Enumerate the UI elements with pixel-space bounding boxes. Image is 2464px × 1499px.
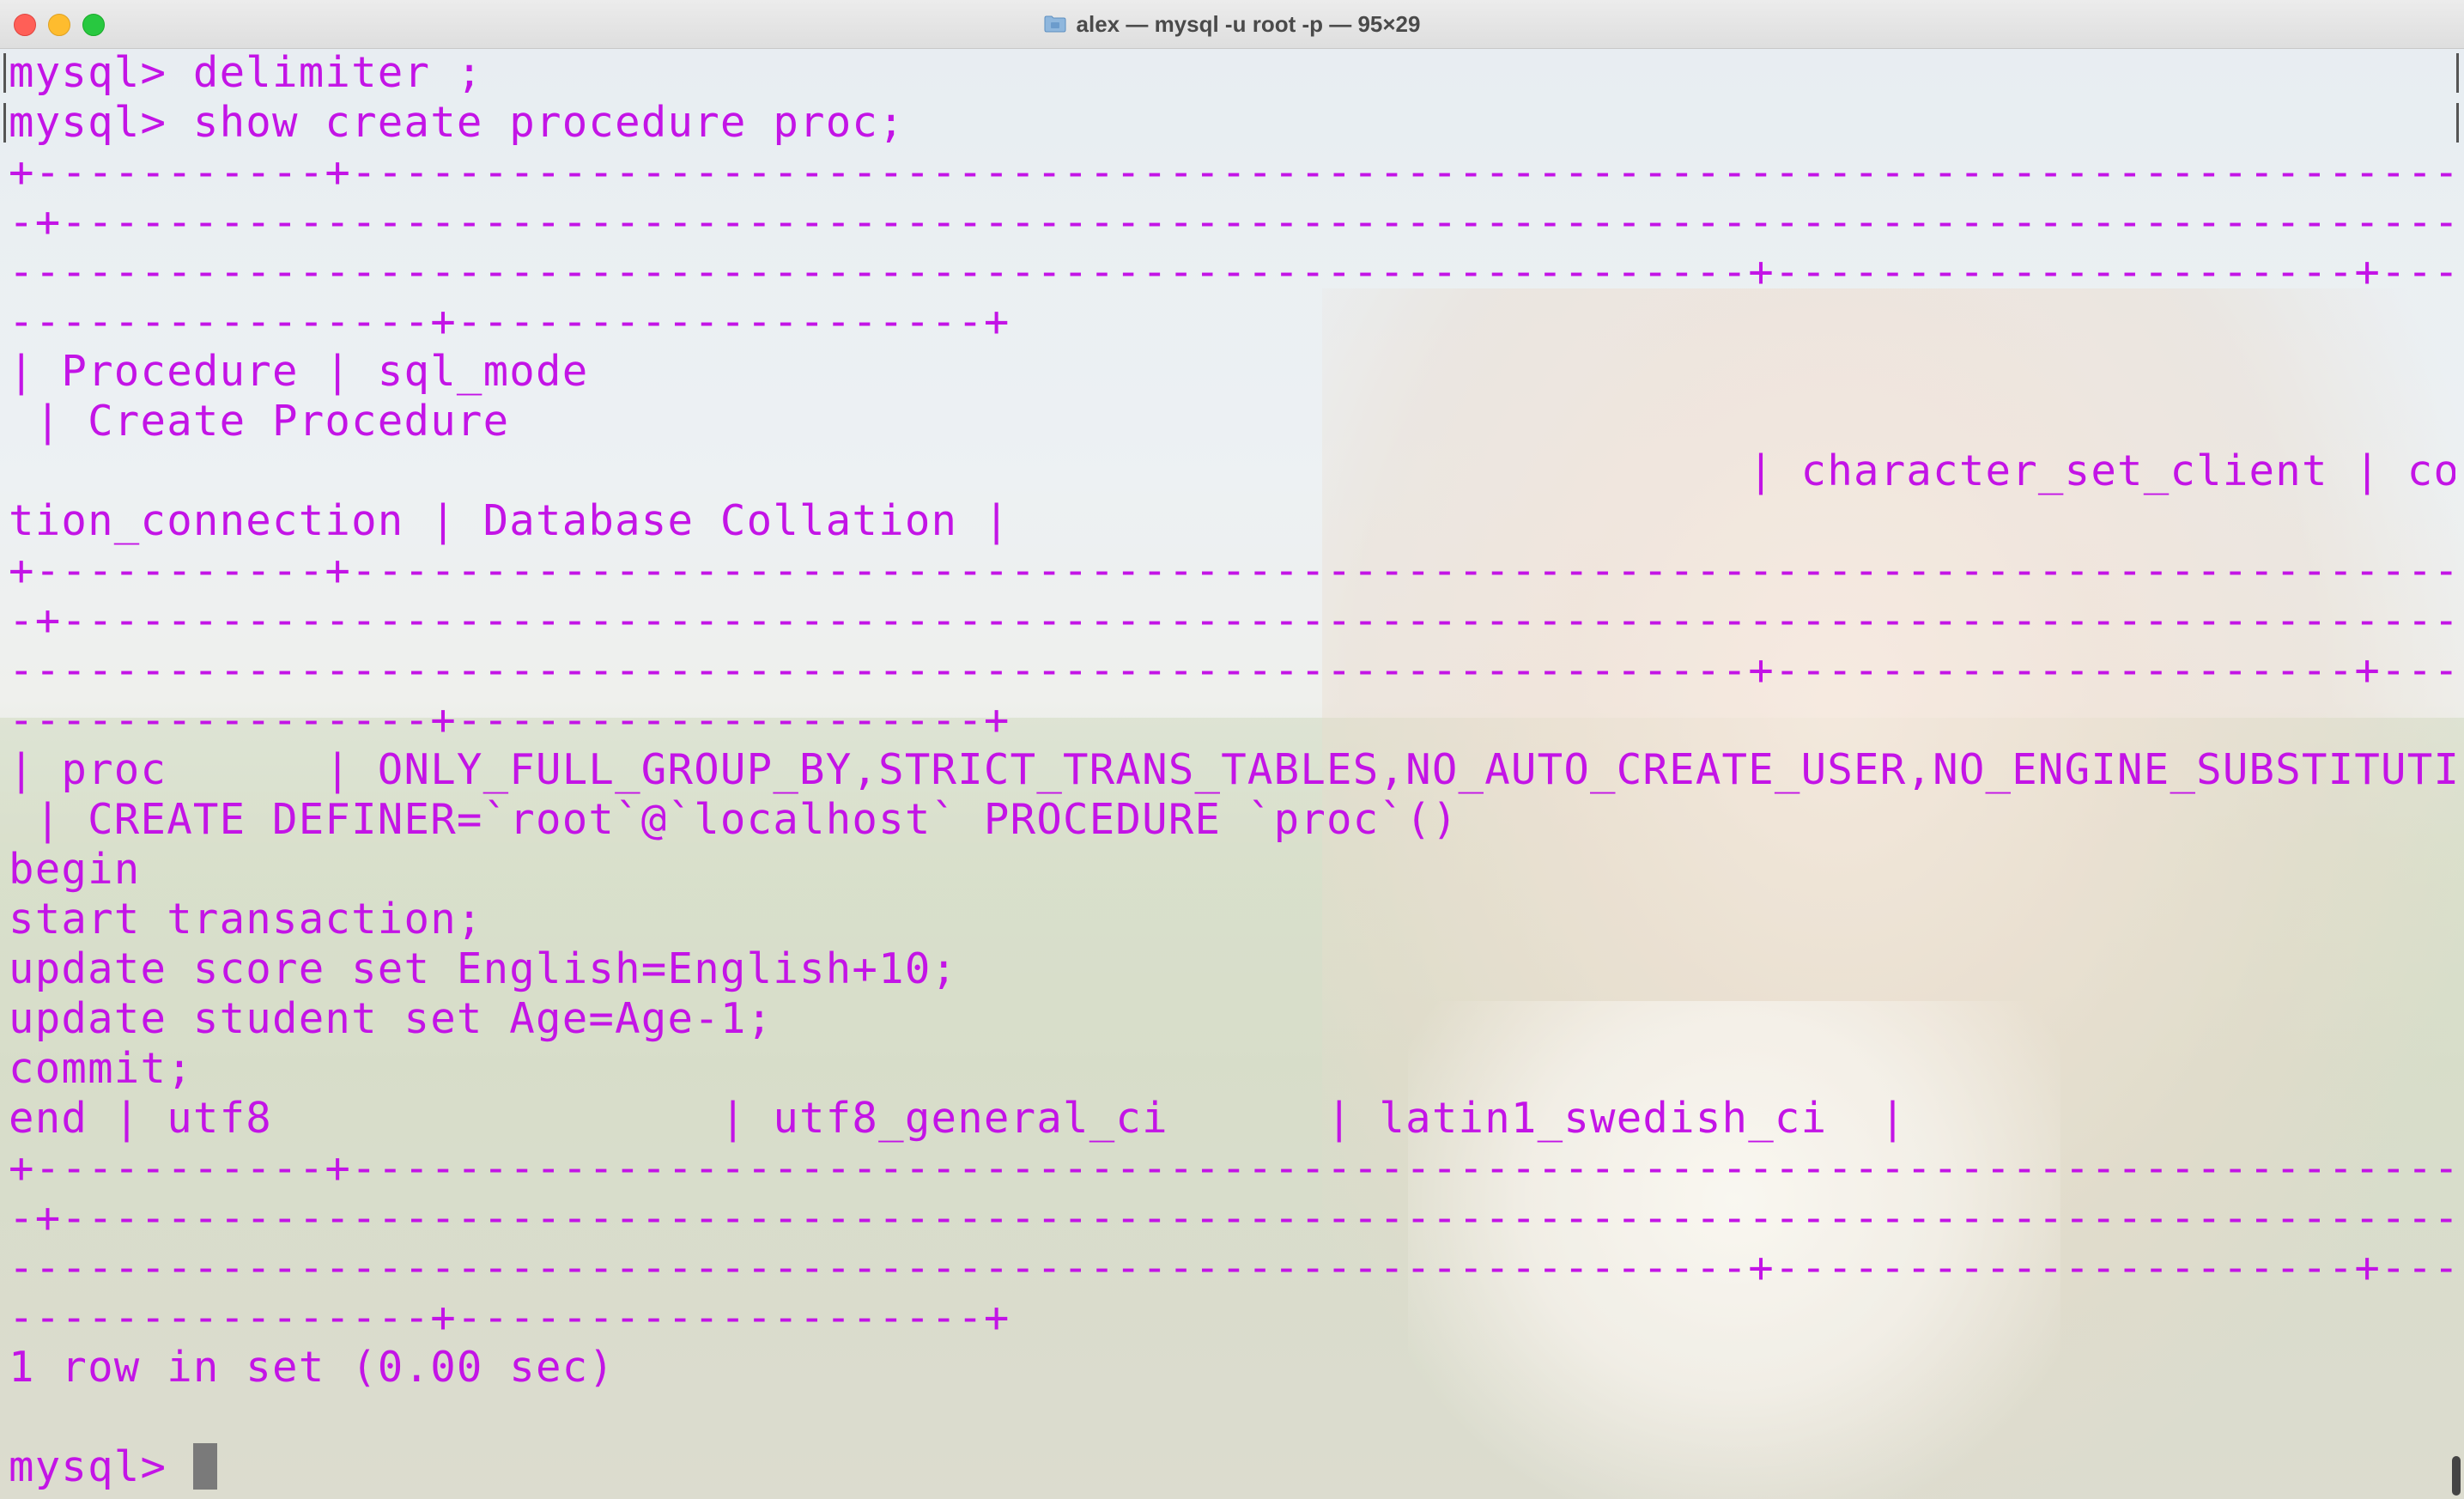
mark-bracket [3,103,6,143]
table-header-line: | Create Procedure [9,397,510,446]
scrollbar-thumb[interactable] [2452,1456,2461,1496]
table-row-line: end | utf8 | utf8_general_ci | latin1_sw… [9,1094,1907,1143]
table-row-line: update score set English=English+10; [9,944,958,993]
table-header-line: tion_connection | Database Collation | [9,496,1010,545]
table-row-line: start transaction; [9,895,483,944]
terminal-window: alex — mysql -u root -p — 95×29 mysql> d… [0,0,2464,1499]
result-summary: 1 row in set (0.00 sec) [9,1343,616,1392]
table-row-line: | CREATE DEFINER=`root`@`localhost` PROC… [9,795,1459,844]
table-header-line: | character_set_client | colla [9,446,2455,495]
table-row-line: begin [9,845,141,894]
table-border-line: ----------------+--------------------+ [9,1293,1010,1342]
window-title: alex — mysql -u root -p — 95×29 [1076,10,1421,37]
mark-bracket [2456,103,2459,143]
mysql-prompt: mysql> [9,1442,193,1491]
table-header-line: | Procedure | sql_mode [9,347,589,396]
table-row-line: update student set Age=Age-1; [9,994,774,1043]
table-border-line: ----------------------------------------… [9,247,2455,296]
table-border-line: -+--------------------------------------… [9,596,2455,645]
terminal-output[interactable]: mysql> delimiter ; mysql> show create pro… [9,48,2455,1499]
terminal-line: mysql> show create procedure proc; [9,98,905,147]
table-border-line: ----------------------------------------… [9,646,2455,695]
table-row-line: commit; [9,1044,193,1093]
table-border-line: -+--------------------------------------… [9,197,2455,246]
table-border-line: -+--------------------------------------… [9,1193,2455,1242]
prompt-line[interactable]: mysql> [9,1442,2455,1492]
terminal-content[interactable]: mysql> delimiter ; mysql> show create pro… [0,48,2464,1499]
table-row-line: | proc | ONLY_FULL_GROUP_BY,STRICT_TRANS… [9,745,2455,794]
table-border-line: +-----------+---------------------------… [9,148,2455,197]
mark-bracket [2456,53,2459,93]
title-bar: alex — mysql -u root -p — 95×29 [0,0,2464,49]
table-border-line: ----------------------------------------… [9,1243,2455,1292]
terminal-line: mysql> delimiter ; [9,48,483,97]
table-border-line: ----------------+--------------------+ [9,695,1010,744]
table-border-line: +-----------+---------------------------… [9,1144,2455,1193]
text-cursor [192,1443,217,1490]
table-border-line: +-----------+---------------------------… [9,546,2455,595]
folder-icon [1044,15,1066,33]
table-border-line: ----------------+--------------------+ [9,297,1010,346]
window-title-group: alex — mysql -u root -p — 95×29 [0,0,2464,48]
mark-bracket [3,53,6,93]
